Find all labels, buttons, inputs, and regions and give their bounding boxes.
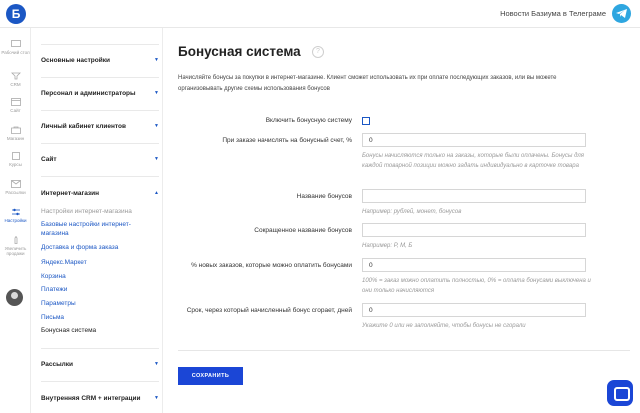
sidebar-section-crm[interactable]: Внутренняя CRM + интеграции ▼: [41, 381, 159, 413]
percent-label: При заказе начислять на бонусный счет, %: [222, 137, 352, 144]
site-icon: [10, 98, 21, 106]
sidebar-section-site[interactable]: Сайт ▼: [41, 143, 159, 176]
percent-input[interactable]: [362, 133, 586, 147]
chevron-down-icon: ▼: [154, 123, 159, 129]
enable-bonus-checkbox[interactable]: [362, 117, 370, 125]
sidebar-item-delivery[interactable]: Доставка и форма заказа: [41, 243, 151, 252]
crm-icon: [10, 72, 21, 80]
sidebar-section-mailings[interactable]: Рассылки ▼: [41, 348, 159, 381]
expire-days-input[interactable]: [362, 303, 586, 317]
settings-sidebar: Основные настройки ▼ Персонал и админист…: [31, 28, 163, 413]
sidebar-item-basic-shop-settings[interactable]: Базовые настройки интернет-магазина: [41, 220, 151, 238]
icon-rail: Рабочий стол CRM Сайт Магазин Курсы Расс…: [0, 28, 31, 413]
help-icon[interactable]: ?: [312, 46, 324, 58]
settings-icon: [11, 208, 20, 216]
pay-percent-input[interactable]: [362, 258, 586, 272]
sidebar-item-cart[interactable]: Корзина: [41, 272, 151, 281]
bonus-short-label: Сокращенное название бонусов: [254, 227, 352, 234]
rail-item-courses[interactable]: Курсы: [0, 152, 31, 167]
telegram-news-link[interactable]: Новости Базиума в Телеграме: [500, 9, 606, 18]
rail-item-mail[interactable]: Рассылки: [0, 180, 31, 195]
avatar[interactable]: [6, 289, 23, 306]
rail-item-growth[interactable]: Увеличить продажи: [0, 236, 31, 256]
logo[interactable]: Б: [6, 4, 26, 24]
top-bar: Б Новости Базиума в Телеграме: [0, 0, 640, 28]
rail-label: Сайт: [10, 108, 21, 113]
bonus-name-input[interactable]: [362, 189, 586, 203]
sidebar-section-label: Интернет-магазин: [41, 190, 100, 197]
enable-bonus-label: Включить бонусную систему: [265, 117, 352, 124]
pay-percent-hint: 100% = заказ можно оплатить полностью, 0…: [362, 278, 591, 294]
growth-icon: [14, 236, 17, 244]
rail-label: Магазин: [6, 136, 25, 141]
sidebar-section-main[interactable]: Основные настройки ▼: [41, 44, 159, 77]
rail-item-site[interactable]: Сайт: [0, 98, 31, 113]
sidebar-section-label: Личный кабинет клиентов: [41, 123, 126, 130]
courses-icon: [11, 152, 20, 160]
rail-item-crm[interactable]: CRM: [0, 72, 31, 87]
sidebar-item-yandex-market[interactable]: Яндекс.Маркет: [41, 258, 151, 267]
rail-label: Курсы: [9, 162, 22, 167]
chevron-down-icon: ▼: [154, 90, 159, 96]
divider: [178, 350, 630, 351]
chevron-up-icon: ▲: [154, 190, 159, 196]
app-window: Б Новости Базиума в Телеграме Рабочий ст…: [0, 0, 640, 413]
bonus-short-input[interactable]: [362, 223, 586, 237]
save-button[interactable]: СОХРАНИТЬ: [178, 367, 243, 385]
expire-days-label: Срок, через который начисленный бонус сг…: [186, 307, 352, 314]
rail-label: Рабочий стол: [1, 50, 30, 55]
pay-percent-label: % новых заказов, которые можно оплатить …: [191, 262, 352, 269]
bonus-name-label: Название бонусов: [296, 193, 352, 200]
bonus-name-hint: Например: рублей, монет, бонусов: [362, 209, 462, 215]
rail-item-shop[interactable]: Магазин: [0, 126, 31, 141]
rail-label: Увеличить продажи: [4, 246, 27, 256]
chevron-down-icon: ▼: [154, 156, 159, 162]
sidebar-item-bonus-system[interactable]: Бонусная система: [41, 326, 151, 335]
rail-label: Настройки: [4, 218, 27, 223]
percent-hint: Бонусы начисляются только на заказы, кот…: [362, 153, 585, 169]
expire-days-hint: Укажите 0 или не заполняйте, чтобы бонус…: [362, 323, 526, 329]
chat-widget-button[interactable]: [607, 380, 633, 406]
telegram-icon[interactable]: [612, 4, 631, 23]
sidebar-item-parameters[interactable]: Параметры: [41, 299, 151, 308]
page-title: Бонусная система: [178, 44, 301, 59]
chevron-down-icon: ▼: [154, 395, 159, 401]
sidebar-section-label: Основные настройки: [41, 57, 110, 64]
desktop-icon: [10, 40, 21, 47]
mail-icon: [10, 180, 21, 188]
sidebar-item-letters[interactable]: Письма: [41, 313, 151, 322]
sidebar-section-cabinet[interactable]: Личный кабинет клиентов ▼: [41, 110, 159, 143]
rail-label: CRM: [10, 82, 21, 87]
chevron-down-icon: ▼: [154, 361, 159, 367]
rail-label: Рассылки: [5, 190, 26, 195]
chevron-down-icon: ▼: [154, 57, 159, 63]
sidebar-section-staff[interactable]: Персонал и администраторы ▼: [41, 77, 159, 110]
intro-text: Начисляйте бонусы за покупки в интернет-…: [178, 75, 557, 92]
shop-icon: [10, 126, 21, 134]
sidebar-item-payments[interactable]: Платежи: [41, 285, 151, 294]
bonus-short-hint: Например: Р, М, Б: [362, 243, 413, 249]
sidebar-section-label: Персонал и администраторы: [41, 90, 136, 97]
rail-item-desktop[interactable]: Рабочий стол: [0, 40, 31, 55]
sidebar-subheading: Настройки интернет-магазина: [41, 208, 132, 215]
sidebar-section-label: Сайт: [41, 156, 57, 163]
rail-item-settings[interactable]: Настройки: [0, 208, 31, 223]
sidebar-section-label: Рассылки: [41, 361, 74, 368]
sidebar-section-label: Внутренняя CRM + интеграции: [41, 395, 141, 402]
